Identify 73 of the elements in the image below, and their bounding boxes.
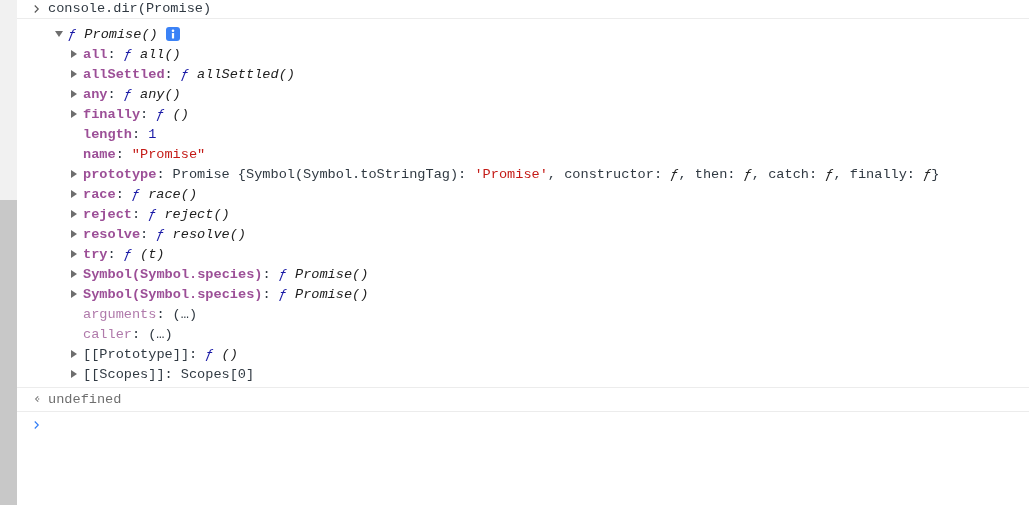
property-key: length xyxy=(83,126,132,142)
scrollbar[interactable] xyxy=(0,200,17,505)
colon: : xyxy=(107,46,116,62)
property-key: allSettled xyxy=(83,66,165,82)
colon: : xyxy=(262,266,271,282)
info-icon[interactable] xyxy=(165,27,180,41)
property-value: ƒ all() xyxy=(123,46,181,62)
property-key: finally xyxy=(83,106,141,122)
command-text: console.dir(Promise) xyxy=(48,1,212,16)
colon: : xyxy=(156,166,165,182)
expand-triangle-icon[interactable] xyxy=(69,369,79,379)
prompt-chevron-icon xyxy=(33,3,40,14)
colon: : xyxy=(140,106,149,122)
result-text: undefined xyxy=(48,391,122,407)
property-key: [[Scopes]] xyxy=(83,366,165,382)
property-key: Symbol(Symbol.species) xyxy=(83,266,263,282)
colon: : xyxy=(107,246,116,262)
expand-triangle-icon[interactable] xyxy=(69,289,79,299)
collapse-triangle-icon[interactable] xyxy=(54,29,64,39)
property-value: ƒ () xyxy=(205,346,238,362)
property-key: race xyxy=(83,186,116,202)
property-key: all xyxy=(83,46,108,62)
colon: : xyxy=(131,206,141,222)
colon: : xyxy=(131,326,141,342)
property-key: arguments xyxy=(83,306,157,322)
property-key: reject xyxy=(83,206,132,222)
expand-triangle-icon[interactable] xyxy=(69,229,79,239)
property-value: ƒ race() xyxy=(131,186,198,202)
expand-triangle-icon[interactable] xyxy=(69,269,79,279)
property-value: ƒ Promise() xyxy=(68,26,158,42)
expand-triangle-icon[interactable] xyxy=(69,249,79,259)
property-value: ƒ reject() xyxy=(148,206,230,222)
colon: : xyxy=(115,146,124,162)
colon: : xyxy=(131,126,141,142)
property-value: ƒ allSettled() xyxy=(180,66,295,82)
property-value: Promise {Symbol(Symbol.toStringTag): 'Promise', constructor: ƒ, then: ƒ, catch: ƒ, finally: ƒ} xyxy=(172,166,940,182)
property-value: ƒ Promise() xyxy=(278,266,369,282)
property-value: (…) xyxy=(148,326,173,342)
property-key: name xyxy=(83,146,116,162)
property-key: prototype xyxy=(83,166,157,182)
property-value: ƒ resolve() xyxy=(156,226,247,242)
property-value: ƒ (t) xyxy=(123,246,165,262)
colon: : xyxy=(262,286,271,302)
expand-triangle-icon[interactable] xyxy=(69,69,79,79)
prompt-chevron-icon xyxy=(33,420,40,430)
expand-triangle-icon[interactable] xyxy=(69,169,79,179)
colon: : xyxy=(115,186,124,202)
property-key: Symbol(Symbol.species) xyxy=(83,286,263,302)
property-value: ƒ any() xyxy=(123,86,181,102)
property-value: "Promise" xyxy=(131,146,206,162)
expand-triangle-icon[interactable] xyxy=(69,89,79,99)
property-key: [[Prototype]] xyxy=(83,346,190,362)
colon: : xyxy=(107,86,116,102)
return-arrow-icon xyxy=(33,394,40,404)
colon: : xyxy=(156,306,165,322)
property-key: resolve xyxy=(83,226,141,242)
colon: : xyxy=(164,366,173,382)
colon: : xyxy=(189,346,198,362)
property-key: try xyxy=(83,246,108,262)
colon: : xyxy=(140,226,149,242)
property-value: 1 xyxy=(148,126,157,142)
expand-triangle-icon[interactable] xyxy=(69,349,79,359)
expand-triangle-icon[interactable] xyxy=(69,209,79,219)
expand-triangle-icon[interactable] xyxy=(69,49,79,59)
property-key: caller xyxy=(83,326,132,342)
property-value: Scopes[0] xyxy=(180,366,255,382)
colon: : xyxy=(164,66,173,82)
expand-triangle-icon[interactable] xyxy=(69,189,79,199)
expand-triangle-icon[interactable] xyxy=(69,109,79,119)
property-value: ƒ () xyxy=(156,106,189,122)
property-value: (…) xyxy=(172,306,198,322)
property-value: ƒ Promise() xyxy=(278,286,369,302)
property-key: any xyxy=(83,86,108,102)
